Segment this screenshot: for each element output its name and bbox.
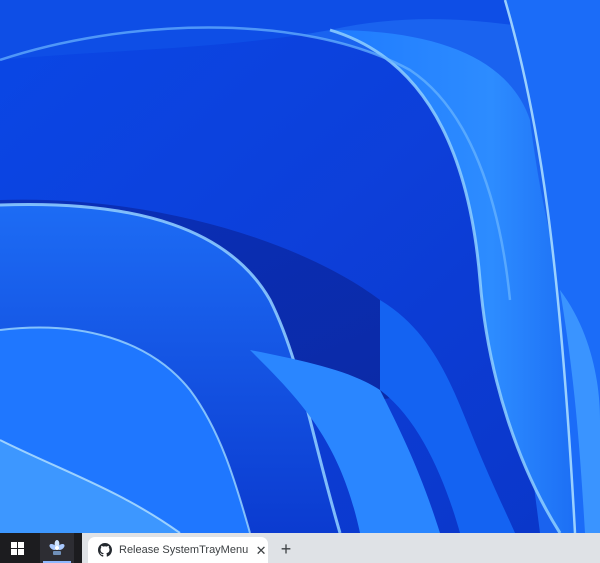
tab-title: Release SystemTrayMenu 1.2.0.0 (119, 544, 250, 556)
github-icon (98, 543, 112, 557)
start-button[interactable] (0, 533, 34, 563)
taskbar: Release SystemTrayMenu 1.2.0.0 ✕ + (0, 533, 600, 563)
browser-tab[interactable]: Release SystemTrayMenu 1.2.0.0 ✕ (88, 537, 268, 563)
desktop-screen: Release SystemTrayMenu 1.2.0.0 ✕ + (0, 0, 600, 563)
desktop-wallpaper (0, 0, 600, 533)
browser-tab-strip: Release SystemTrayMenu 1.2.0.0 ✕ + (82, 533, 600, 563)
windows-logo-icon (10, 541, 24, 555)
new-tab-button[interactable]: + (276, 539, 296, 559)
taskbar-app-button[interactable] (40, 533, 74, 563)
app-flower-icon (49, 540, 65, 555)
tab-close-button[interactable]: ✕ (254, 543, 268, 557)
